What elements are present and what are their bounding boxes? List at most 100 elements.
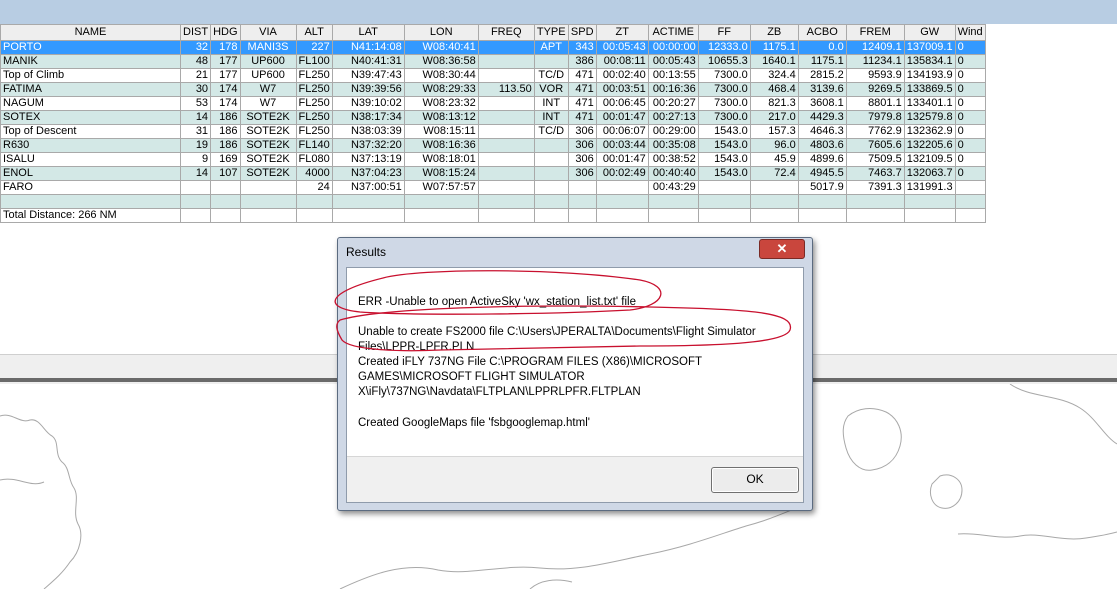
- cell-acbo: 4646.3: [797, 124, 847, 139]
- cell-acbo: [797, 208, 847, 223]
- table-row[interactable]: MANIK 48 177 UP600 FL100 N40:41:31 W08:36:58 38…: [0, 54, 986, 69]
- cell-acbo: 4803.6: [797, 138, 847, 153]
- table-row[interactable]: [0, 194, 986, 209]
- close-button[interactable]: ✕: [759, 239, 805, 259]
- cell-gw: 132362.9: [903, 124, 956, 139]
- cell-gw: [903, 208, 956, 223]
- cell-name: FARO: [0, 180, 181, 195]
- ok-button[interactable]: OK: [711, 467, 799, 493]
- cell-lat: N41:14:08: [331, 40, 405, 55]
- col-header-zt[interactable]: ZT: [595, 24, 649, 41]
- cell-zt: 00:02:49: [595, 166, 649, 181]
- table-row[interactable]: ISALU 9 169 SOTE2K FL080 N37:13:19 W08:18:01 30…: [0, 152, 986, 167]
- table-row[interactable]: SOTEX 14 186 SOTE2K FL250 N38:17:34 W08:13:12 I…: [0, 110, 986, 125]
- col-header-spd[interactable]: SPD: [567, 24, 597, 41]
- cell-actime: 00:40:40: [647, 166, 699, 181]
- cell-lon: W08:30:44: [403, 68, 479, 83]
- col-header-zb[interactable]: ZB: [749, 24, 799, 41]
- cell-dist: 31: [179, 124, 212, 139]
- cell-ff: [697, 194, 751, 209]
- col-header-acbo[interactable]: ACBO: [797, 24, 847, 41]
- cell-zt: [595, 208, 649, 223]
- cell-via: SOTE2K: [239, 166, 297, 181]
- table-row[interactable]: Total Distance: 266 NM: [0, 208, 986, 223]
- cell-actime: 00:43:29: [647, 180, 699, 195]
- cell-name: FATIMA: [0, 82, 181, 97]
- cell-lat: N39:47:43: [331, 68, 405, 83]
- table-row[interactable]: Top of Descent 31 186 SOTE2K FL250 N38:03:39 W…: [0, 124, 986, 139]
- cell-acbo: 5017.9: [797, 180, 847, 195]
- col-header-via[interactable]: VIA: [239, 24, 297, 41]
- cell-acbo: 4429.3: [797, 110, 847, 125]
- cell-alt: 24: [295, 180, 333, 195]
- cell-ff: [697, 208, 751, 223]
- window-top-bar: [0, 0, 1117, 24]
- col-header-ff[interactable]: FF: [697, 24, 751, 41]
- cell-hdg: 107: [210, 166, 241, 181]
- cell-actime: 00:27:13: [647, 110, 699, 125]
- col-header-actime[interactable]: ACTIME: [647, 24, 699, 41]
- coastline-south: [339, 501, 813, 590]
- table-row[interactable]: PORTO 32 178 MANI3S 227 N41:14:08 W08:40:41 APT…: [0, 40, 986, 55]
- cell-wind: 0: [954, 82, 986, 97]
- cell-type: INT: [533, 110, 569, 125]
- col-header-dist[interactable]: DIST: [179, 24, 212, 41]
- cell-ff: 1543.0: [697, 152, 751, 167]
- cell-acbo: 4899.6: [797, 152, 847, 167]
- cell-via: SOTE2K: [239, 124, 297, 139]
- cell-freq: [477, 208, 535, 223]
- cell-dist: 9: [179, 152, 212, 167]
- cell-actime: 00:38:52: [647, 152, 699, 167]
- cell-wind: [954, 208, 986, 223]
- cell-zb: 1175.1: [749, 40, 799, 55]
- cell-freq: [477, 54, 535, 69]
- cell-name: R630: [0, 138, 181, 153]
- cell-actime: [647, 208, 699, 223]
- cell-type: TC/D: [533, 124, 569, 139]
- col-header-type[interactable]: TYPE: [533, 24, 569, 41]
- cell-zb: 45.9: [749, 152, 799, 167]
- col-header-lon[interactable]: LON: [403, 24, 479, 41]
- cell-acbo: [797, 194, 847, 209]
- col-header-alt[interactable]: ALT: [295, 24, 333, 41]
- cell-actime: 00:20:27: [647, 96, 699, 111]
- cell-dist: [179, 180, 212, 195]
- col-header-name[interactable]: NAME: [0, 24, 181, 41]
- table-row[interactable]: Top of Climb 21 177 UP600 FL250 N39:47:43 W08:…: [0, 68, 986, 83]
- cell-dist: 30: [179, 82, 212, 97]
- col-header-lat[interactable]: LAT: [331, 24, 405, 41]
- cell-lat: N39:39:56: [331, 82, 405, 97]
- cell-spd: 386: [567, 54, 597, 69]
- table-row[interactable]: R630 19 186 SOTE2K FL140 N37:32:20 W08:16:36 30…: [0, 138, 986, 153]
- col-header-gw[interactable]: GW: [903, 24, 956, 41]
- table-row[interactable]: NAGUM 53 174 W7 FL250 N39:10:02 W08:23:32 INT 47…: [0, 96, 986, 111]
- cell-zt: 00:01:47: [595, 152, 649, 167]
- message-error-activesky: ERR -Unable to open ActiveSky 'wx_statio…: [358, 296, 636, 308]
- cell-alt: FL250: [295, 82, 333, 97]
- cell-via: UP600: [239, 54, 297, 69]
- cell-dist: 48: [179, 54, 212, 69]
- table-row[interactable]: ENOL 14 107 SOTE2K 4000 N37:04:23 W08:15:24 306…: [0, 166, 986, 181]
- cell-hdg: 174: [210, 96, 241, 111]
- cell-hdg: [210, 194, 241, 209]
- cell-dist: 14: [179, 166, 212, 181]
- col-header-hdg[interactable]: HDG: [210, 24, 241, 41]
- cell-wind: [954, 194, 986, 209]
- col-header-frem[interactable]: FREM: [845, 24, 905, 41]
- cell-freq: [477, 138, 535, 153]
- cell-acbo: 4945.5: [797, 166, 847, 181]
- cell-lon: W08:13:12: [403, 110, 479, 125]
- cell-lat: N38:03:39: [331, 124, 405, 139]
- table-row[interactable]: FARO 24 N37:00:51 W07:57:57 00:43:29 5017.9 73…: [0, 180, 986, 195]
- cell-dist: [179, 208, 212, 223]
- col-header-freq[interactable]: FREQ: [477, 24, 535, 41]
- cell-actime: 00:13:55: [647, 68, 699, 83]
- cell-zb: 468.4: [749, 82, 799, 97]
- coastline-west: [0, 414, 82, 590]
- table-row[interactable]: FATIMA 30 174 W7 FL250 N39:39:56 W08:29:33 113.…: [0, 82, 986, 97]
- cell-wind: 0: [954, 124, 986, 139]
- cell-alt: FL250: [295, 96, 333, 111]
- cell-via: [239, 180, 297, 195]
- cell-type: [533, 54, 569, 69]
- col-header-wind[interactable]: Wind: [954, 24, 986, 41]
